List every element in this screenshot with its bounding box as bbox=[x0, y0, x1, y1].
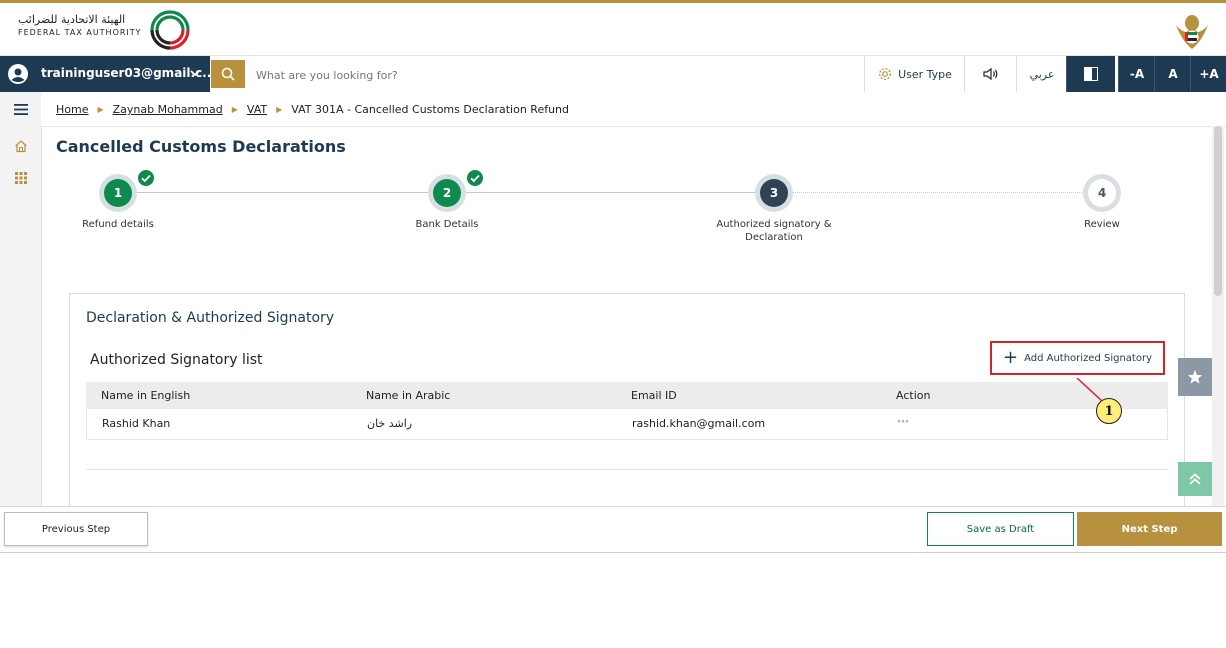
signatory-email: rashid.khan@gmail.com bbox=[632, 417, 766, 430]
user-type-label: User Type bbox=[898, 67, 952, 81]
grid-icon bbox=[14, 172, 27, 184]
column-header: Name in English bbox=[101, 389, 191, 402]
fta-logo-icon[interactable] bbox=[148, 8, 192, 52]
previous-step-button[interactable]: Previous Step bbox=[4, 512, 148, 546]
uae-emblem-icon bbox=[1176, 15, 1208, 49]
column-header: Action bbox=[896, 389, 931, 402]
step-circle-4[interactable]: 4 bbox=[1088, 179, 1116, 207]
footer-bar: Previous Step Save as Draft Next Step bbox=[0, 506, 1226, 552]
breadcrumb-separator-icon: ▶ bbox=[97, 105, 104, 114]
search-button[interactable] bbox=[211, 60, 245, 88]
page-scrollbar[interactable] bbox=[1212, 126, 1224, 506]
breadcrumb-home[interactable]: Home bbox=[56, 103, 88, 116]
add-signatory-label: Add Authorized Signatory bbox=[1024, 352, 1152, 364]
step-circle-2[interactable]: 2 bbox=[433, 179, 461, 207]
favorite-button[interactable] bbox=[1178, 358, 1212, 396]
declaration-card: Declaration & Authorized Signatory Autho… bbox=[69, 293, 1185, 515]
top-navbar: traininguser03@gmail.c... User Type bbox=[0, 56, 1226, 93]
chevron-down-icon bbox=[190, 70, 200, 77]
step-label-2: Bank Details bbox=[415, 219, 479, 230]
user-menu[interactable]: traininguser03@gmail.c... bbox=[0, 56, 216, 92]
font-decrease-button[interactable]: -A bbox=[1118, 56, 1155, 92]
hamburger-icon bbox=[13, 103, 28, 115]
next-step-button[interactable]: Next Step bbox=[1077, 512, 1222, 546]
contrast-toggle[interactable] bbox=[1066, 56, 1115, 92]
signatory-name-arabic: راشد خان bbox=[367, 417, 413, 430]
search-icon bbox=[221, 67, 235, 81]
font-normal-button[interactable]: A bbox=[1154, 56, 1191, 92]
save-as-draft-button[interactable]: Save as Draft bbox=[927, 512, 1074, 546]
add-authorized-signatory-button[interactable]: + Add Authorized Signatory bbox=[990, 341, 1165, 375]
breadcrumb-separator-icon: ▶ bbox=[276, 105, 283, 114]
app-frame: الهيئة الاتحادية للضرائب FEDERAL TAX AUT… bbox=[0, 0, 1226, 553]
breadcrumb-vat[interactable]: VAT bbox=[247, 103, 267, 116]
sidebar bbox=[0, 92, 42, 552]
breadcrumb-bar: Home ▶ Zaynab Mohammad ▶ VAT ▶ VAT 301A … bbox=[0, 92, 1226, 127]
signatory-table: Name in English Name in Arabic Email ID … bbox=[86, 382, 1168, 440]
fta-logo-text[interactable]: الهيئة الاتحادية للضرائب FEDERAL TAX AUT… bbox=[18, 13, 144, 38]
check-icon bbox=[466, 169, 484, 187]
step-circle-1[interactable]: 1 bbox=[104, 179, 132, 207]
text-to-speech-button[interactable] bbox=[964, 56, 1017, 92]
step-label-3: Authorized signatory & Declaration bbox=[716, 219, 832, 243]
arabic-language-link[interactable]: عربي bbox=[1016, 56, 1067, 92]
scrollbar-thumb[interactable] bbox=[1214, 126, 1222, 296]
column-header: Email ID bbox=[631, 389, 677, 402]
double-chevron-up-icon bbox=[1189, 473, 1201, 485]
stepper-line bbox=[461, 192, 761, 193]
arabic-language-label: عربي bbox=[1029, 67, 1055, 81]
table-header: Name in English Name in Arabic Email ID … bbox=[86, 382, 1168, 409]
step-label-4: Review bbox=[1084, 219, 1120, 230]
step-circle-3[interactable]: 3 bbox=[760, 179, 788, 207]
speaker-icon bbox=[983, 67, 998, 81]
page-title: Cancelled Customs Declarations bbox=[56, 137, 346, 156]
contrast-icon bbox=[1084, 67, 1098, 81]
signatory-name-english: Rashid Khan bbox=[102, 417, 171, 430]
plus-icon: + bbox=[1002, 347, 1019, 368]
search-input[interactable] bbox=[254, 64, 818, 86]
font-increase-button[interactable]: +A bbox=[1190, 56, 1226, 92]
breadcrumb-separator-icon: ▶ bbox=[231, 105, 238, 114]
gear-icon bbox=[879, 68, 891, 80]
breadcrumb: Home ▶ Zaynab Mohammad ▶ VAT ▶ VAT 301A … bbox=[56, 103, 569, 116]
user-avatar-icon bbox=[8, 64, 28, 84]
check-icon bbox=[137, 169, 155, 187]
table-row: Rashid Khan راشد خان rashid.khan@gmail.c… bbox=[86, 409, 1168, 440]
callout-badge: 1 bbox=[1096, 398, 1122, 424]
scroll-to-top-button[interactable] bbox=[1178, 462, 1212, 496]
menu-toggle-button[interactable] bbox=[0, 92, 41, 126]
user-type-button[interactable]: User Type bbox=[864, 56, 965, 92]
sidebar-item-apps[interactable] bbox=[0, 164, 41, 192]
logo-bar: الهيئة الاتحادية للضرائب FEDERAL TAX AUT… bbox=[0, 3, 1226, 56]
stepper-line bbox=[132, 192, 434, 193]
breadcrumb-current: VAT 301A - Cancelled Customs Declaration… bbox=[291, 103, 570, 116]
logo-english-text: FEDERAL TAX AUTHORITY bbox=[18, 28, 142, 37]
row-action-menu-icon[interactable]: °°° bbox=[897, 409, 909, 439]
logo-arabic-text: الهيئة الاتحادية للضرائب bbox=[18, 13, 126, 26]
sidebar-item-home[interactable] bbox=[0, 132, 41, 160]
section-divider bbox=[86, 469, 1168, 470]
step-label-1: Refund details bbox=[82, 219, 154, 230]
signatory-list-title: Authorized Signatory list bbox=[90, 352, 263, 368]
column-header: Name in Arabic bbox=[366, 389, 451, 402]
breadcrumb-taxpayer[interactable]: Zaynab Mohammad bbox=[113, 103, 223, 116]
home-icon bbox=[14, 140, 27, 153]
star-icon bbox=[1187, 370, 1203, 384]
section-title: Declaration & Authorized Signatory bbox=[86, 310, 335, 326]
stepper-line bbox=[788, 192, 1088, 193]
